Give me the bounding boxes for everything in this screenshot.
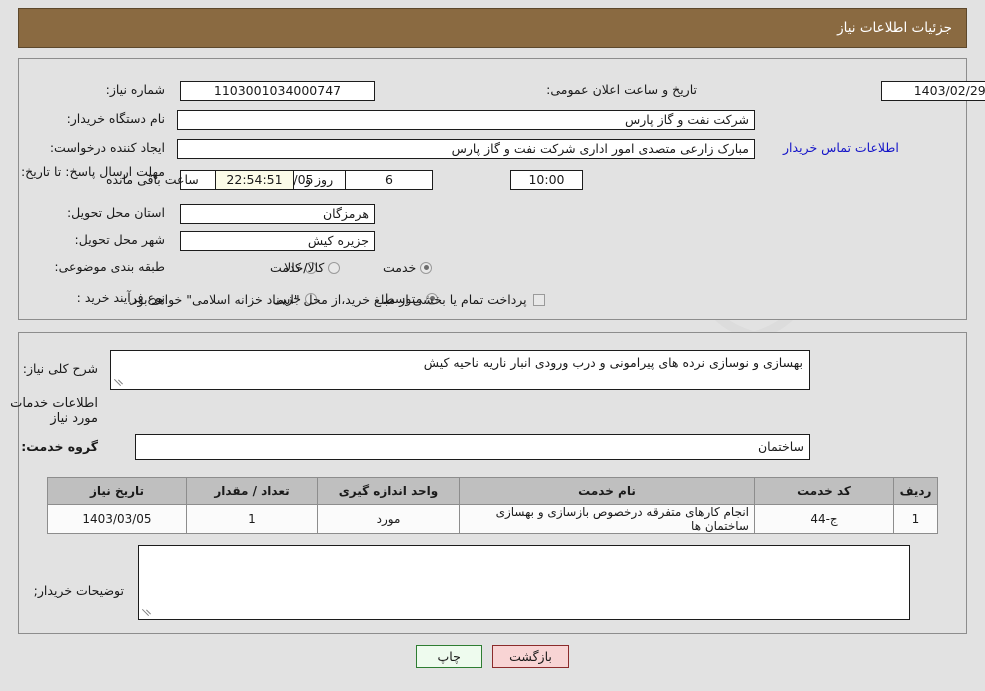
page-header: جزئیات اطلاعات نیاز <box>18 8 967 48</box>
province-label: استان محل تحویل: <box>66 205 165 220</box>
table-cell-need-date: 1403/03/05 <box>47 504 187 534</box>
buyer-org-value: شرکت نفت و گاز پارس <box>177 110 755 130</box>
public-announce-value: 10:18 - 1403/02/29 <box>881 81 985 101</box>
treasury-checkbox[interactable] <box>532 293 545 306</box>
city-value: جزیره کیش <box>180 231 375 251</box>
services-section-title: اطلاعات خدمات مورد نیاز <box>10 396 98 426</box>
buyer-org-row: نام دستگاه خریدار: <box>67 111 165 126</box>
need-number-label: شماره نیاز: <box>105 82 165 97</box>
category-option-kala-khedmat-label: کالا/خدمت <box>270 260 325 275</box>
table-cell-name: انجام کارهای متفرقه درخصوص بازسازی و بهس… <box>459 504 755 534</box>
city-row: شهر محل تحویل: <box>75 232 165 247</box>
category-radio-khedmat[interactable] <box>420 261 433 274</box>
buyer-notes-label: توضیحات خریدار; <box>33 583 124 598</box>
table-header-unit: واحد اندازه گیری <box>317 477 460 505</box>
print-button[interactable]: چاپ <box>416 645 483 668</box>
table-header-date: تاریخ نیاز <box>47 477 187 505</box>
buyer-contact-link[interactable]: اطلاعات تماس خریدار <box>783 140 899 155</box>
requester-row: ایجاد کننده درخواست: <box>50 140 165 155</box>
treasury-note-label: پرداخت تمام یا بخشی از مبلغ خرید،از محل … <box>128 292 527 307</box>
resize-grip-icon[interactable] <box>114 378 124 388</box>
general-description-value: بهسازی و نوسازی نرده های پیرامونی و درب … <box>423 355 803 370</box>
services-table: ردیف کد خدمت نام خدمت واحد اندازه گیری ت… <box>47 477 938 534</box>
province-value: هرمزگان <box>180 204 375 224</box>
table-row: 1 ج-44 انجام کارهای متفرقه درخصوص بازساز… <box>47 504 938 534</box>
city-label: شهر محل تحویل: <box>74 232 165 247</box>
deadline-countdown-value: 22:54:51 <box>215 170 294 190</box>
general-description-label: شرح کلی نیاز: <box>22 361 98 376</box>
table-cell-code: ج-44 <box>754 504 894 534</box>
table-header-index: ردیف <box>893 477 938 505</box>
table-header-quantity: تعداد / مقدار <box>186 477 318 505</box>
general-description-textarea[interactable]: بهسازی و نوسازی نرده های پیرامونی و درب … <box>110 350 810 390</box>
back-button[interactable]: بازگشت <box>492 645 569 668</box>
need-summary-panel <box>18 58 967 320</box>
category-label: طبقه بندی موضوعی: <box>54 259 165 274</box>
category-option-kala-khedmat[interactable]: کالا/خدمت <box>258 260 341 275</box>
category-option-khedmat-label: خدمت <box>383 260 417 275</box>
public-announce-label: تاریخ و ساعت اعلان عمومی: <box>546 82 697 97</box>
service-group-label: گروه خدمت: <box>21 439 98 454</box>
table-cell-index: 1 <box>893 504 938 534</box>
table-cell-quantity: 1 <box>186 504 318 534</box>
buyer-notes-textarea[interactable] <box>138 545 910 620</box>
requester-label: ایجاد کننده درخواست: <box>49 140 165 155</box>
service-group-value: ساختمان <box>135 434 810 460</box>
deadline-days-value: 6 <box>345 170 433 190</box>
page-title: جزئیات اطلاعات نیاز <box>837 20 952 36</box>
table-header-name: نام خدمت <box>459 477 755 505</box>
public-announce-row: تاریخ و ساعت اعلان عمومی: <box>546 82 697 97</box>
deadline-hour-value: 10:00 <box>510 170 583 190</box>
need-number-row: شماره نیاز: <box>106 82 165 97</box>
deadline-remaining-label: ساعت باقی مانده <box>106 172 199 187</box>
table-cell-unit: مورد <box>317 504 460 534</box>
deadline-days-label: روز و <box>305 172 334 187</box>
category-option-khedmat[interactable]: خدمت <box>371 260 433 275</box>
table-header-row: ردیف کد خدمت نام خدمت واحد اندازه گیری ت… <box>47 477 938 505</box>
category-radio-kala-khedmat[interactable] <box>328 261 341 274</box>
province-row: استان محل تحویل: <box>67 205 165 220</box>
treasury-note-row[interactable]: پرداخت تمام یا بخشی از مبلغ خرید،از محل … <box>128 292 545 307</box>
buyer-org-label: نام دستگاه خریدار: <box>66 111 165 126</box>
need-number-value: 1103001034000747 <box>180 81 375 101</box>
category-row: طبقه بندی موضوعی: <box>54 259 165 274</box>
footer-button-bar: بازگشت چاپ <box>0 645 985 668</box>
resize-grip-icon-notes[interactable] <box>142 608 152 618</box>
table-header-code: کد خدمت <box>754 477 894 505</box>
requester-value: مبارک زارعی متصدی امور اداری شرکت نفت و … <box>177 139 755 159</box>
